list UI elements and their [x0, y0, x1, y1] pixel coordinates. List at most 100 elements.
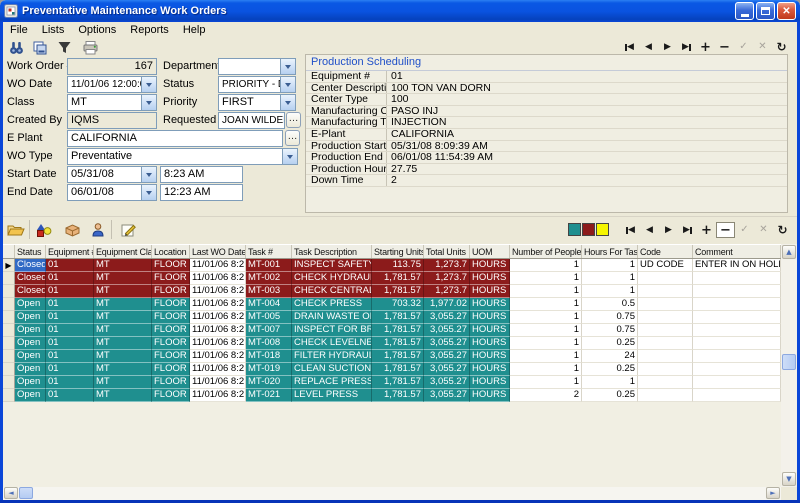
grid-cell-hours_for_task[interactable]: 24 — [582, 350, 638, 363]
nav-first-button[interactable]: ◀ — [620, 39, 639, 55]
grid-cell-equipment_class[interactable]: MT — [94, 337, 152, 350]
grid-cell-uom[interactable]: HOURS — [470, 298, 510, 311]
grid-cell-task_description[interactable]: CHECK HYDRAULIC O... — [292, 272, 372, 285]
grid-cell-equipment[interactable]: 01 — [46, 363, 94, 376]
grid-cell-code[interactable]: UD CODE — [638, 259, 693, 272]
grid-header-uom[interactable]: UOM — [470, 245, 510, 258]
grid-header-people[interactable]: Number of People — [510, 245, 582, 258]
grid-cell-comment[interactable] — [693, 376, 781, 389]
grid-header-task[interactable]: Task # — [246, 245, 292, 258]
grid-cell-starting_units[interactable]: 1,781.57 — [372, 285, 424, 298]
grid-cell-uom[interactable]: HOURS — [470, 337, 510, 350]
open-task-button[interactable] — [5, 220, 27, 239]
e-plant-field[interactable]: CALIFORNIA — [67, 130, 283, 147]
grid-cell-task[interactable]: MT-018 — [246, 350, 292, 363]
grid-cell-comment[interactable] — [693, 350, 781, 363]
grid-cell-task[interactable]: MT-008 — [246, 337, 292, 350]
grid-cell-location[interactable]: FLOOR ... — [152, 337, 190, 350]
filter-button[interactable] — [53, 38, 75, 57]
grid-cell-last_wo_date[interactable]: 11/01/06 8:2... — [190, 376, 246, 389]
row-marker-cell[interactable] — [3, 363, 15, 376]
grid-cell-uom[interactable]: HOURS — [470, 350, 510, 363]
class-dropdown-icon[interactable] — [141, 95, 156, 110]
grid-cell-comment[interactable] — [693, 298, 781, 311]
created-by-field[interactable]: IQMS — [67, 112, 157, 129]
e-plant-lookup-button[interactable]: … — [285, 130, 300, 146]
grid-cell-comment[interactable] — [693, 337, 781, 350]
grid-cell-last_wo_date[interactable]: 11/01/06 8:2... — [190, 324, 246, 337]
grid-cell-status[interactable]: Open — [15, 350, 46, 363]
grid-cell-starting_units[interactable]: 1,781.57 — [372, 337, 424, 350]
start-date-dropdown-icon[interactable] — [141, 167, 156, 182]
grid-cell-equipment_class[interactable]: MT — [94, 272, 152, 285]
grid-cell-comment[interactable]: ENTER IN ON HOLD R — [693, 259, 781, 272]
copy-record-button[interactable] — [29, 38, 51, 57]
nav-delete-button[interactable]: − — [715, 39, 734, 55]
wo-type-dropdown-icon[interactable] — [282, 149, 297, 164]
grid-cell-code[interactable] — [638, 389, 693, 402]
nav-cancel-button[interactable]: ✕ — [753, 39, 772, 55]
grid-header-equipment[interactable]: Equipment # — [46, 245, 94, 258]
grid-cell-uom[interactable]: HOURS — [470, 285, 510, 298]
grid-cell-task[interactable]: MT-003 — [246, 285, 292, 298]
grid-cell-task[interactable]: MT-007 — [246, 324, 292, 337]
horizontal-scrollbar[interactable]: ◄ ► — [3, 487, 781, 500]
grid-cell-hours_for_task[interactable]: 0.25 — [582, 337, 638, 350]
grid-cell-code[interactable] — [638, 363, 693, 376]
grid-cell-uom[interactable]: HOURS — [470, 363, 510, 376]
status-dropdown-icon[interactable] — [280, 77, 295, 92]
grid-cell-task[interactable]: MT-001 — [246, 259, 292, 272]
requested-by-lookup-button[interactable]: … — [286, 112, 301, 128]
grid-cell-last_wo_date[interactable]: 11/01/06 8:2... — [190, 259, 246, 272]
grid-cell-hours_for_task[interactable]: 0.25 — [582, 389, 638, 402]
row-marker-cell[interactable] — [3, 285, 15, 298]
menu-item-file[interactable]: File — [3, 23, 35, 37]
grid-header-last_wo_date[interactable]: Last WO Date — [190, 245, 246, 258]
grid-cell-task_description[interactable]: INSPECT SAFETY GU... — [292, 259, 372, 272]
grid-cell-location[interactable]: FLOOR ... — [152, 363, 190, 376]
row-marker-cell[interactable]: ▶ — [3, 259, 15, 272]
grid-cell-task_description[interactable]: CHECK PRESS — [292, 298, 372, 311]
title-bar[interactable]: Preventative Maintenance Work Orders ✕ — [0, 0, 800, 22]
grid-header-task_description[interactable]: Task Description — [292, 245, 372, 258]
grid-cell-people[interactable]: 1 — [510, 311, 582, 324]
grid-cell-equipment_class[interactable]: MT — [94, 363, 152, 376]
nav-first-button[interactable]: ◀ — [621, 222, 640, 238]
wo-type-combobox[interactable]: Preventative — [67, 148, 298, 165]
nav-next-button[interactable]: ▶ — [658, 39, 677, 55]
grid-cell-task[interactable]: MT-002 — [246, 272, 292, 285]
grid-cell-equipment[interactable]: 01 — [46, 324, 94, 337]
grid-cell-equipment[interactable]: 01 — [46, 389, 94, 402]
grid-cell-location[interactable]: FLOOR ... — [152, 389, 190, 402]
scroll-down-button[interactable]: ▼ — [782, 472, 796, 486]
row-marker-cell[interactable] — [3, 311, 15, 324]
print-button[interactable] — [79, 38, 101, 57]
grid-cell-status[interactable]: Open — [15, 389, 46, 402]
nav-post-button[interactable]: ✓ — [734, 39, 753, 55]
grid-cell-code[interactable] — [638, 298, 693, 311]
department-combobox[interactable] — [218, 58, 296, 75]
grid-cell-location[interactable]: FLOOR ... — [152, 259, 190, 272]
wo-date-dropdown-icon[interactable] — [141, 77, 156, 92]
grid-cell-people[interactable]: 1 — [510, 376, 582, 389]
grid-cell-status[interactable]: Open — [15, 376, 46, 389]
grid-cell-location[interactable]: FLOOR ... — [152, 311, 190, 324]
grid-cell-hours_for_task[interactable]: 0.75 — [582, 311, 638, 324]
grid-cell-task[interactable]: MT-005 — [246, 311, 292, 324]
grid-cell-last_wo_date[interactable]: 11/01/06 8:2... — [190, 363, 246, 376]
vertical-scrollbar[interactable]: ▲ ▼ — [781, 244, 797, 487]
nav-post-button[interactable]: ✓ — [735, 222, 754, 238]
grid-cell-task[interactable]: MT-020 — [246, 376, 292, 389]
grid-cell-selected[interactable]: Closed — [15, 259, 46, 272]
priority-dropdown-icon[interactable] — [280, 95, 295, 110]
minimize-button[interactable] — [735, 2, 754, 20]
grid-cell-code[interactable] — [638, 324, 693, 337]
grid-cell-total_units[interactable]: 1,977.02 — [424, 298, 470, 311]
nav-refresh-button[interactable]: ↻ — [772, 39, 791, 55]
start-date-combobox[interactable]: 05/31/08 — [67, 166, 157, 183]
grid-cell-code[interactable] — [638, 376, 693, 389]
priority-combobox[interactable]: FIRST — [218, 94, 296, 111]
grid-cell-comment[interactable] — [693, 363, 781, 376]
department-dropdown-icon[interactable] — [280, 59, 295, 74]
grid-cell-equipment[interactable]: 01 — [46, 376, 94, 389]
